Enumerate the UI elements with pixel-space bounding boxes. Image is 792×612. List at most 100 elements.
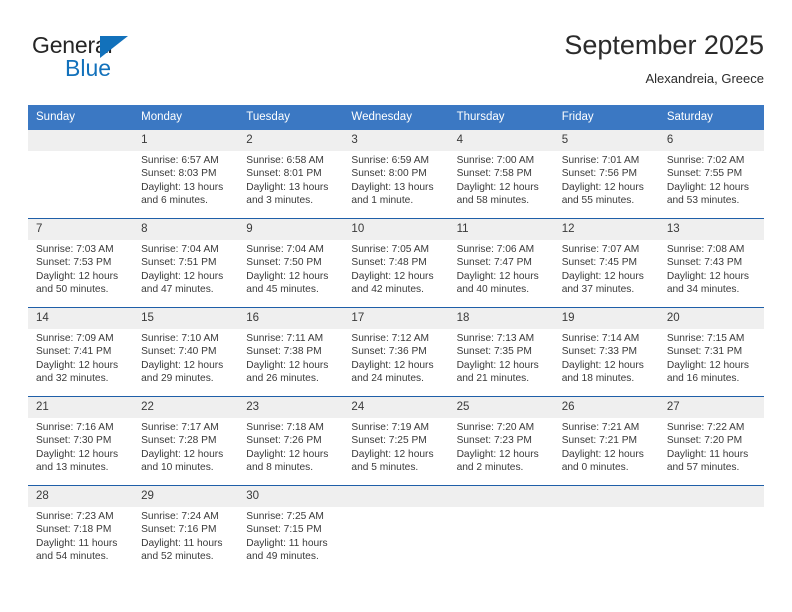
day-sunset-line: Sunset: 7:45 PM (561, 257, 638, 269)
day-daylight-line: and 10 minutes. (141, 462, 214, 474)
calendar-cell-empty (658, 486, 764, 578)
day-number: 7 (28, 219, 134, 240)
calendar-day-cell[interactable]: 22 Sunrise: 7:17 AM Sunset: 7:28 PM Dayligh… (133, 397, 239, 485)
day-daylight-line: Daylight: 13 hours (141, 181, 224, 193)
day-sunset-line: Sunset: 7:25 PM (351, 435, 427, 447)
day-sunrise-line: Sunrise: 7:15 AM (666, 333, 745, 344)
day-sunset-line: Sunset: 8:00 PM (351, 168, 427, 180)
calendar-day-cell[interactable]: 10 Sunrise: 7:05 AM Sunset: 7:48 PM Dayligh… (343, 219, 449, 307)
calendar-day-cell[interactable]: 29 Sunrise: 7:24 AM Sunset: 7:16 PM Dayligh… (133, 486, 239, 578)
weekday-header-saturday: Saturday (666, 111, 713, 123)
day-sunset-line: Sunset: 7:16 PM (141, 524, 217, 536)
day-daylight-line: Daylight: 12 hours (666, 359, 749, 371)
day-daylight-line: Daylight: 12 hours (36, 270, 119, 282)
day-number: 4 (448, 130, 554, 151)
day-daylight-line: Daylight: 12 hours (141, 359, 224, 371)
day-sunset-line: Sunset: 7:26 PM (246, 435, 322, 447)
day-number: 24 (343, 397, 449, 418)
calendar-day-cell[interactable]: 2 Sunrise: 6:58 AM Sunset: 8:01 PM Daylight… (238, 130, 344, 218)
day-daylight-line: and 18 minutes. (561, 373, 635, 385)
day-daylight-line: and 16 minutes. (666, 373, 740, 385)
calendar-day-cell[interactable]: 17 Sunrise: 7:12 AM Sunset: 7:36 PM Dayligh… (343, 308, 449, 396)
day-sunrise-line: Sunrise: 7:06 AM (456, 244, 535, 255)
day-sun-info: Sunrise: 7:04 AM Sunset: 7:50 PM Daylight:… (238, 240, 343, 297)
day-number: 30 (238, 486, 344, 507)
calendar-day-cell[interactable]: 8 Sunrise: 7:04 AM Sunset: 7:51 PM Daylight… (133, 219, 239, 307)
calendar-day-cell[interactable]: 5 Sunrise: 7:01 AM Sunset: 7:56 PM Daylight… (553, 130, 659, 218)
day-daylight-line: Daylight: 12 hours (456, 181, 539, 193)
day-sunrise-line: Sunrise: 7:20 AM (456, 422, 535, 433)
calendar-week-row: 14 Sunrise: 7:09 AM Sunset: 7:41 PM Dayligh… (28, 307, 764, 396)
day-sunrise-line: Sunrise: 7:01 AM (561, 155, 640, 166)
day-sunset-line: Sunset: 7:35 PM (456, 346, 532, 358)
calendar-cell-empty (448, 486, 554, 578)
day-sun-info: Sunrise: 7:17 AM Sunset: 7:28 PM Daylight:… (133, 418, 238, 475)
generalblue-logo[interactable]: General Blue (32, 32, 162, 90)
day-sunset-line: Sunset: 7:23 PM (456, 435, 532, 447)
calendar-day-cell[interactable]: 20 Sunrise: 7:15 AM Sunset: 7:31 PM Dayligh… (658, 308, 764, 396)
calendar-cell-empty (28, 130, 134, 218)
calendar-day-cell[interactable]: 27 Sunrise: 7:22 AM Sunset: 7:20 PM Dayligh… (658, 397, 764, 485)
day-daylight-line: and 40 minutes. (456, 284, 530, 296)
weekday-header-monday: Monday (141, 111, 183, 123)
day-number: 26 (553, 397, 659, 418)
day-daylight-line: and 24 minutes. (351, 373, 424, 385)
title-block: September 2025 Alexandreia, Greece (564, 28, 764, 89)
calendar-day-cell[interactable]: 13 Sunrise: 7:08 AM Sunset: 7:43 PM Dayligh… (658, 219, 764, 307)
day-daylight-line: and 52 minutes. (141, 551, 214, 563)
calendar-day-cell[interactable]: 3 Sunrise: 6:59 AM Sunset: 8:00 PM Daylight… (343, 130, 449, 218)
day-sun-info: Sunrise: 7:11 AM Sunset: 7:38 PM Daylight:… (238, 329, 343, 386)
day-sunset-line: Sunset: 7:33 PM (561, 346, 638, 358)
day-sunrise-line: Sunrise: 7:02 AM (666, 155, 745, 166)
calendar-day-cell[interactable]: 28 Sunrise: 7:23 AM Sunset: 7:18 PM Dayligh… (28, 486, 134, 578)
calendar-day-cell[interactable]: 11 Sunrise: 7:06 AM Sunset: 7:47 PM Dayligh… (448, 219, 554, 307)
day-sunset-line: Sunset: 7:53 PM (36, 257, 112, 269)
day-sun-info: Sunrise: 7:22 AM Sunset: 7:20 PM Daylight:… (659, 418, 764, 475)
day-sun-info: Sunrise: 7:24 AM Sunset: 7:16 PM Daylight:… (133, 507, 238, 564)
calendar-week-row: 7 Sunrise: 7:03 AM Sunset: 7:53 PM Daylight… (28, 218, 764, 307)
calendar-day-cell[interactable]: 4 Sunrise: 7:00 AM Sunset: 7:58 PM Daylight… (448, 130, 554, 218)
day-sunrise-line: Sunrise: 6:58 AM (246, 155, 324, 166)
day-daylight-line: and 49 minutes. (246, 551, 319, 563)
day-sunset-line: Sunset: 7:18 PM (36, 524, 112, 536)
day-sunrise-line: Sunrise: 7:25 AM (246, 511, 324, 522)
day-daylight-line: and 54 minutes. (36, 551, 109, 563)
day-number: 20 (658, 308, 764, 329)
calendar-day-cell[interactable]: 23 Sunrise: 7:18 AM Sunset: 7:26 PM Dayligh… (238, 397, 344, 485)
calendar-day-cell[interactable]: 24 Sunrise: 7:19 AM Sunset: 7:25 PM Dayligh… (343, 397, 449, 485)
day-number: 28 (28, 486, 134, 507)
calendar-day-cell[interactable]: 7 Sunrise: 7:03 AM Sunset: 7:53 PM Daylight… (28, 219, 134, 307)
day-sunset-line: Sunset: 7:47 PM (456, 257, 532, 269)
day-daylight-line: Daylight: 13 hours (351, 181, 434, 193)
calendar-day-cell[interactable]: 14 Sunrise: 7:09 AM Sunset: 7:41 PM Dayligh… (28, 308, 134, 396)
calendar-day-cell[interactable]: 9 Sunrise: 7:04 AM Sunset: 7:50 PM Daylight… (238, 219, 344, 307)
calendar-day-cell[interactable]: 26 Sunrise: 7:21 AM Sunset: 7:21 PM Dayligh… (553, 397, 659, 485)
calendar-day-cell[interactable]: 16 Sunrise: 7:11 AM Sunset: 7:38 PM Dayligh… (238, 308, 344, 396)
calendar-day-cell[interactable]: 1 Sunrise: 6:57 AM Sunset: 8:03 PM Daylight… (133, 130, 239, 218)
day-sun-info: Sunrise: 7:14 AM Sunset: 7:33 PM Daylight:… (554, 329, 659, 386)
calendar-day-cell[interactable]: 6 Sunrise: 7:02 AM Sunset: 7:55 PM Daylight… (658, 130, 764, 218)
calendar-day-cell[interactable]: 12 Sunrise: 7:07 AM Sunset: 7:45 PM Dayligh… (553, 219, 659, 307)
day-sunset-line: Sunset: 7:51 PM (141, 257, 217, 269)
day-daylight-line: and 53 minutes. (666, 195, 740, 207)
day-daylight-line: and 32 minutes. (36, 373, 109, 385)
calendar-day-cell[interactable]: 30 Sunrise: 7:25 AM Sunset: 7:15 PM Dayligh… (238, 486, 344, 578)
day-sun-info (28, 151, 133, 154)
calendar-day-cell[interactable]: 18 Sunrise: 7:13 AM Sunset: 7:35 PM Dayligh… (448, 308, 554, 396)
calendar-day-cell[interactable]: 25 Sunrise: 7:20 AM Sunset: 7:23 PM Dayligh… (448, 397, 554, 485)
day-sunset-line: Sunset: 7:36 PM (351, 346, 427, 358)
day-sun-info: Sunrise: 7:25 AM Sunset: 7:15 PM Daylight:… (238, 507, 343, 564)
calendar-grid: Sunday Monday Tuesday Wednesday Thursday Frid… (28, 105, 764, 578)
day-sunrise-line: Sunrise: 7:09 AM (36, 333, 114, 344)
day-sunrise-line: Sunrise: 7:22 AM (666, 422, 745, 433)
calendar-day-cell[interactable]: 15 Sunrise: 7:10 AM Sunset: 7:40 PM Dayligh… (133, 308, 239, 396)
day-sun-info: Sunrise: 7:13 AM Sunset: 7:35 PM Daylight:… (449, 329, 554, 386)
calendar-day-cell[interactable]: 19 Sunrise: 7:14 AM Sunset: 7:33 PM Dayligh… (553, 308, 659, 396)
day-daylight-line: and 5 minutes. (351, 462, 419, 474)
day-sunset-line: Sunset: 7:43 PM (666, 257, 743, 269)
day-sunset-line: Sunset: 7:30 PM (36, 435, 112, 447)
calendar-day-cell[interactable]: 21 Sunrise: 7:16 AM Sunset: 7:30 PM Dayligh… (28, 397, 134, 485)
weekday-header-tuesday: Tuesday (246, 111, 290, 123)
day-sun-info: Sunrise: 7:23 AM Sunset: 7:18 PM Daylight:… (28, 507, 133, 564)
calendar-week-row: 28 Sunrise: 7:23 AM Sunset: 7:18 PM Dayligh… (28, 485, 764, 578)
